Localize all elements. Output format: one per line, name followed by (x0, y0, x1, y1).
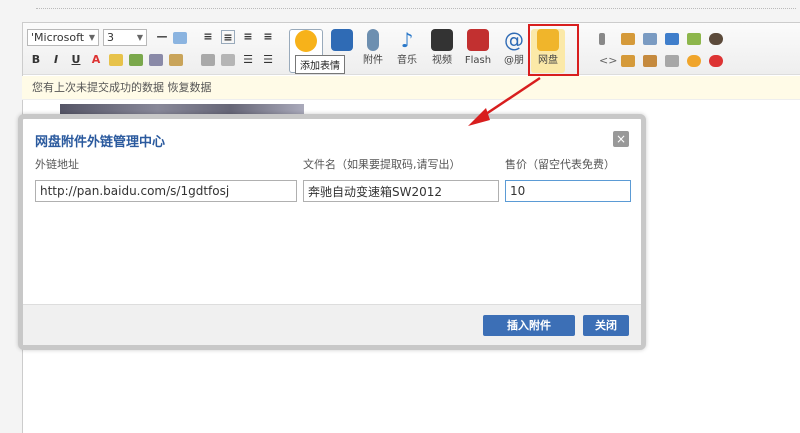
highlight-icon[interactable] (109, 54, 123, 66)
at-icon: @ (504, 28, 524, 52)
background-color-icon[interactable] (173, 32, 187, 44)
image-preview (60, 104, 304, 114)
video-label: 视频 (432, 55, 452, 66)
quote-icon[interactable] (599, 33, 605, 45)
flash-label: Flash (464, 55, 492, 66)
price-input[interactable] (505, 180, 631, 202)
align-center-icon[interactable]: ≡ (221, 30, 235, 44)
filename-label: 文件名（如果要提取码,请写出） (303, 158, 461, 171)
font-family-select[interactable]: 'Microsoft ▼ (27, 29, 99, 46)
italic-icon[interactable]: I (49, 53, 63, 67)
link-icon[interactable] (129, 54, 143, 66)
mention-label: @朋 (504, 55, 524, 66)
align-justify-icon[interactable]: ≡ (261, 30, 275, 44)
underline-icon[interactable]: U (69, 53, 83, 67)
smiley-icon (295, 30, 317, 52)
qq-icon[interactable] (709, 55, 723, 67)
list-icon[interactable] (665, 33, 679, 45)
flash-icon (467, 29, 489, 51)
chevron-down-icon: ▼ (136, 33, 143, 42)
page-divider (36, 8, 796, 10)
chevron-down-icon: ▼ (88, 33, 95, 42)
bold-icon[interactable]: B (29, 53, 43, 67)
attachment-button[interactable]: 附件 (356, 29, 390, 73)
link-label: 外链地址 (35, 158, 79, 171)
music-button[interactable]: ♪ 音乐 (390, 29, 424, 73)
close-button[interactable]: 关闭 (583, 315, 629, 336)
mention-button[interactable]: @ @朋 (497, 29, 531, 73)
font-color-icon[interactable]: A (89, 53, 103, 67)
align-left-icon[interactable]: ≡ (201, 30, 215, 44)
ordered-list-icon[interactable]: ☰ (241, 53, 255, 67)
price-label: 售价（留空代表免费） (505, 158, 615, 171)
video-button[interactable]: 视频 (425, 29, 459, 73)
message-icon[interactable] (643, 55, 657, 67)
music-label: 音乐 (397, 55, 417, 66)
page-icon[interactable] (665, 55, 679, 67)
flash-button[interactable]: Flash (461, 29, 495, 73)
font-size-value: 3 (107, 31, 114, 44)
hide-icon[interactable] (621, 55, 635, 67)
indent-icon[interactable] (201, 54, 215, 66)
table-icon[interactable] (643, 33, 657, 45)
lock-icon[interactable] (621, 33, 635, 45)
image-icon (331, 29, 353, 51)
code-icon[interactable]: <> (599, 55, 617, 67)
paperclip-icon (367, 29, 379, 51)
plugin-icon[interactable] (709, 33, 723, 45)
insert-attachment-button[interactable]: 插入附件 (483, 315, 575, 336)
dialog-title: 网盘附件外链管理中心 (35, 135, 166, 150)
filename-input[interactable] (303, 180, 499, 202)
font-family-value: 'Microsoft (31, 31, 85, 44)
link-input[interactable] (35, 180, 297, 202)
netdisk-highlight-box (528, 24, 579, 76)
user-icon[interactable] (687, 33, 701, 45)
align-right-icon[interactable]: ≡ (241, 30, 255, 44)
netdisk-link-dialog: 网盘附件外链管理中心 × 外链地址 文件名（如果要提取码,请写出） 售价（留空代… (18, 114, 646, 350)
emoji-tooltip: 添加表情 (295, 55, 345, 74)
notice-text[interactable]: 您有上次未提交成功的数据 恢复数据 (32, 81, 212, 94)
restore-data-notice: 您有上次未提交成功的数据 恢复数据 (22, 76, 800, 100)
attachment-label: 附件 (363, 55, 383, 66)
unlink-icon[interactable] (149, 54, 163, 66)
dialog-footer: 插入附件 关闭 (23, 304, 641, 345)
editor-toolbar: 'Microsoft ▼ 3 ▼ — ≡ ≡ ≡ ≡ B I U A ☰ ☰ 附… (23, 23, 800, 75)
font-size-select[interactable]: 3 ▼ (103, 29, 147, 46)
horizontal-line-icon[interactable]: — (155, 30, 169, 44)
eraser-icon[interactable] (169, 54, 183, 66)
unordered-list-icon[interactable]: ☰ (261, 53, 275, 67)
close-icon[interactable]: × (613, 131, 629, 147)
badge-icon[interactable] (687, 55, 701, 67)
outdent-icon[interactable] (221, 54, 235, 66)
music-note-icon: ♪ (400, 28, 414, 52)
film-icon (431, 29, 453, 51)
